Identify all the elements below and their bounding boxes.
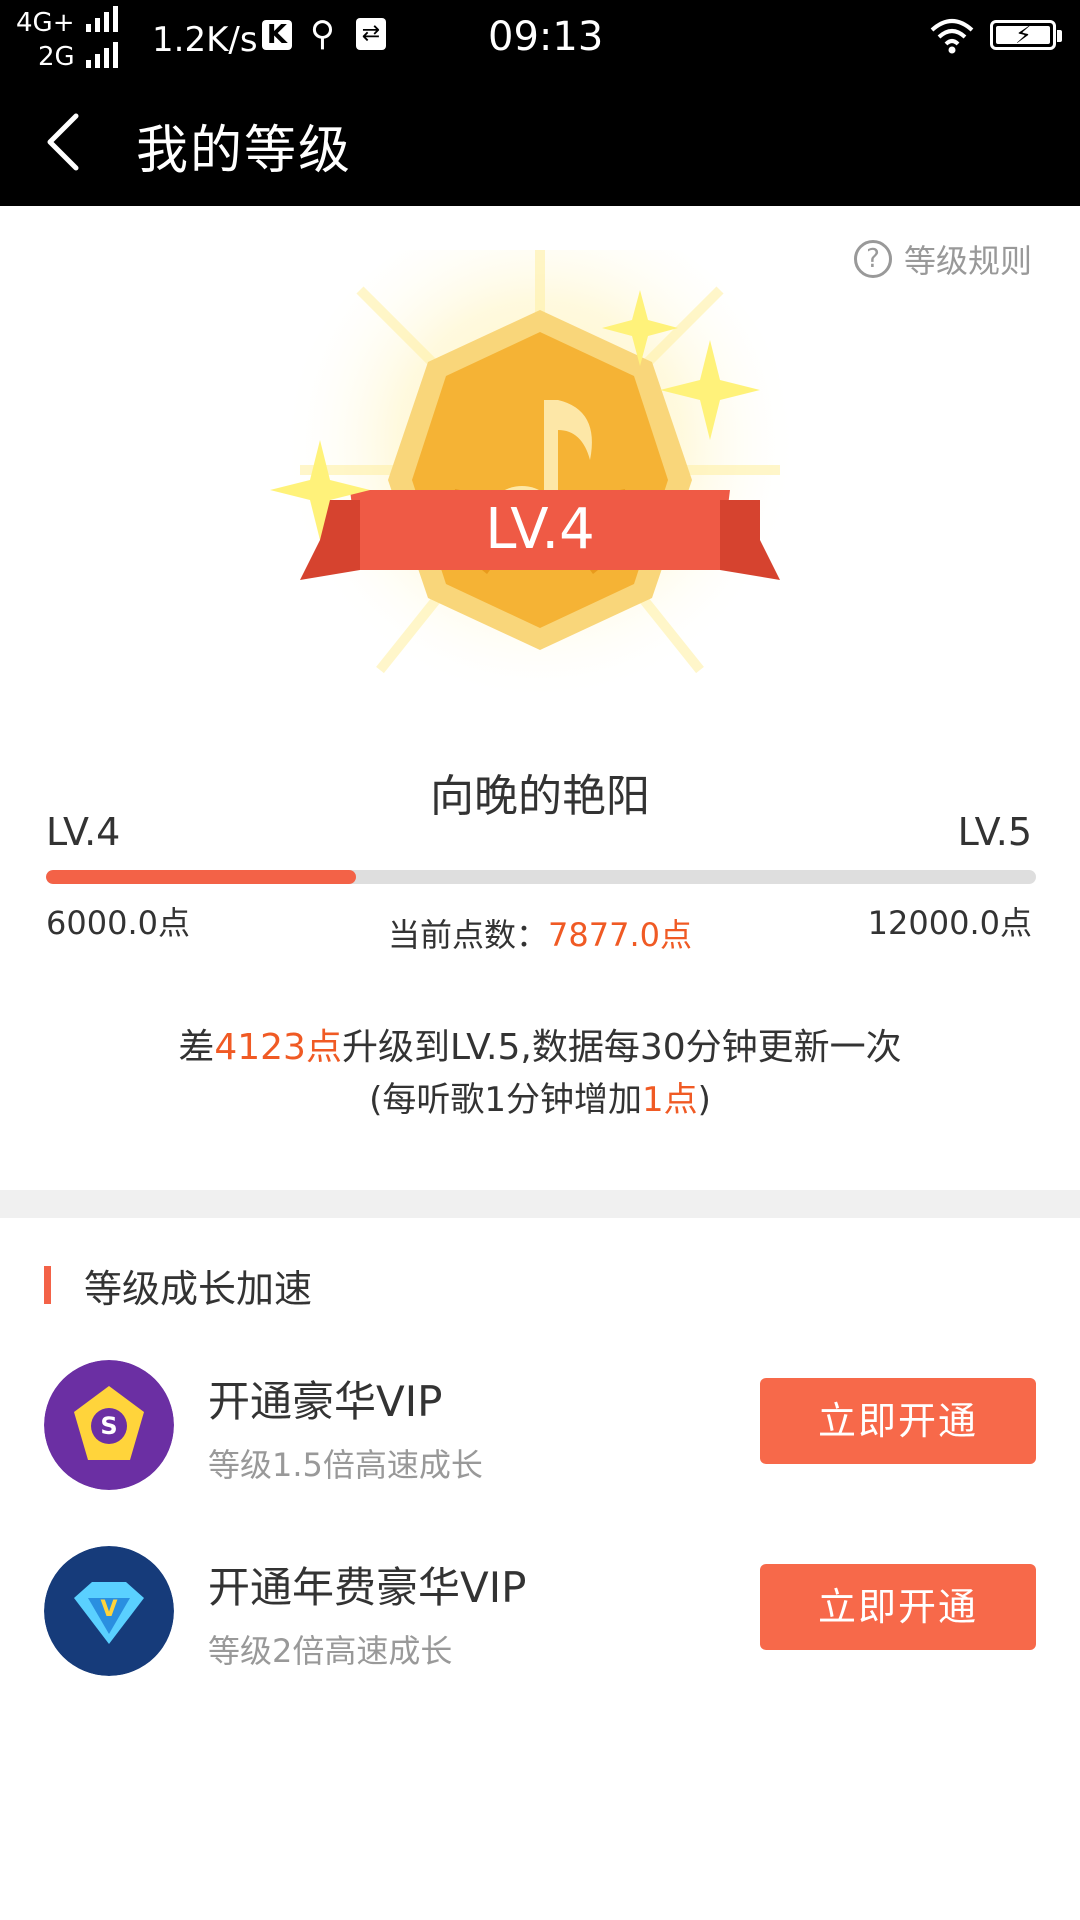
signal-icon (86, 6, 122, 32)
badge-inner (412, 332, 668, 628)
current-points-label: 当前点数： (388, 916, 549, 954)
points-rule-suffix: ) (697, 1080, 711, 1120)
network-type-top: 4G+ (16, 8, 75, 38)
open-annual-vip-button[interactable]: 立即开通 (760, 1564, 1036, 1650)
upgrade-info-suffix: 升级到LV.5,数据每30分钟更新一次 (341, 1027, 902, 1068)
question-circle-icon: ? (853, 240, 892, 278)
current-level-label: LV.4 (46, 810, 121, 854)
annual-vip-icon: V (44, 1546, 174, 1676)
usb-icon: ⚲ (310, 14, 335, 54)
page-title: 我的等级 (136, 121, 353, 181)
vip-title: 开通豪华VIP (208, 1377, 443, 1426)
open-vip-button[interactable]: 立即开通 (760, 1378, 1036, 1464)
vip-subtitle: 等级2倍高速成长 (208, 1632, 453, 1670)
level-progress-fill (46, 870, 356, 884)
points-rule-info: (每听歌1分钟增加1点) (0, 1072, 1080, 1121)
luxury-vip-icon: S (44, 1360, 174, 1490)
svg-text:S: S (100, 1412, 117, 1440)
upgrade-info-prefix: 差 (178, 1027, 215, 1068)
upgrade-info: 差4123点升级到LV.5,数据每30分钟更新一次 (0, 1018, 1080, 1070)
clock: 09:13 (488, 14, 604, 60)
level-badge: LV.4 (270, 250, 800, 730)
status-bar: 4G+ 2G 1.2K/s K ⚲ ⇄ 09:13 ⚡ (0, 0, 1080, 78)
svg-text:V: V (100, 1597, 117, 1622)
section-divider (0, 1190, 1080, 1218)
signal-icon-2 (86, 42, 122, 68)
level-rules-link[interactable]: ? 等级规则 (853, 236, 1032, 282)
network-type-bottom: 2G (38, 42, 75, 72)
level-rules-label: 等级规则 (903, 242, 1032, 280)
badge-level-text: LV.4 (485, 497, 595, 562)
network-indicator: 4G+ 2G (16, 8, 75, 72)
next-level-label: LV.5 (957, 810, 1032, 854)
network-speed: 1.2K/s (152, 20, 258, 60)
k-app-icon: K (262, 20, 292, 50)
nav-bar: 我的等级 (0, 78, 1080, 206)
vip-row: S 开通豪华VIP 等级1.5倍高速成长 立即开通 (0, 1360, 1080, 1500)
current-points-value: 7877.0点 (548, 916, 692, 954)
points-per-minute: 1点 (642, 1080, 698, 1120)
vip-row: V 开通年费豪华VIP 等级2倍高速成长 立即开通 (0, 1546, 1080, 1686)
vip-title: 开通年费豪华VIP (208, 1563, 527, 1612)
battery-icon: ⚡ (990, 20, 1062, 50)
section-accent-bar (44, 1266, 51, 1304)
wifi-icon (930, 19, 974, 54)
user-name: 向晚的艳阳 (430, 771, 650, 822)
level-progress-bar (46, 870, 1036, 884)
points-rule-prefix: (每听歌1分钟增加 (369, 1080, 642, 1120)
vip-subtitle: 等级1.5倍高速成长 (208, 1446, 483, 1484)
points-needed: 4123点 (214, 1027, 342, 1068)
usb-debug-icon: ⇄ (356, 18, 386, 50)
current-points: 当前点数：7877.0点 (0, 910, 1080, 956)
back-arrow-icon[interactable] (40, 110, 100, 174)
section-title: 等级成长加速 (84, 1267, 313, 1311)
